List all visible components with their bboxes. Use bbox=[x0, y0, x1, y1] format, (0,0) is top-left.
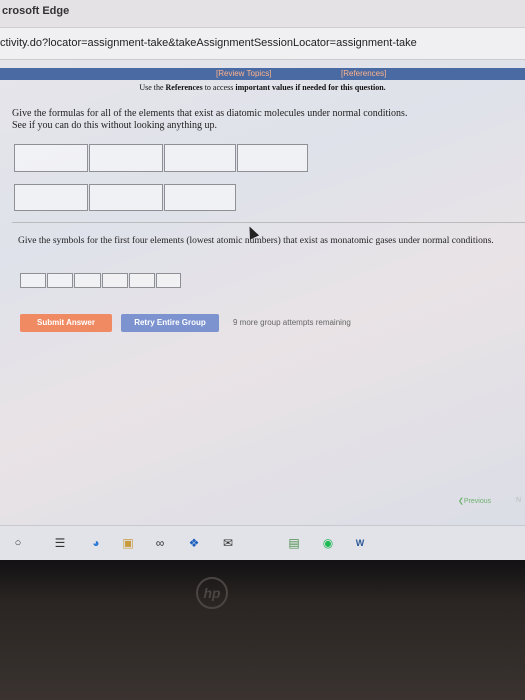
answer-input-2[interactable] bbox=[89, 144, 163, 172]
windows-taskbar: ○ ☰ ◕ ▣ ∞ ❖ ✉ ▤ ◉ W bbox=[0, 525, 525, 560]
symbol-input-1[interactable] bbox=[20, 273, 46, 288]
retry-entire-group-button[interactable]: Retry Entire Group bbox=[121, 314, 219, 332]
window-title: crosoft Edge bbox=[2, 5, 70, 17]
submit-answer-button[interactable]: Submit Answer bbox=[20, 314, 112, 332]
people-icon[interactable]: ∞ bbox=[152, 535, 168, 551]
review-topics-link[interactable]: [Review Topics] bbox=[216, 68, 271, 80]
laptop-bezel bbox=[0, 560, 525, 700]
references-link[interactable]: [References] bbox=[341, 68, 386, 80]
answer-input-1[interactable] bbox=[14, 144, 88, 172]
attempts-remaining: 9 more group attempts remaining bbox=[233, 318, 351, 327]
symbol-input-5[interactable] bbox=[129, 273, 155, 288]
reference-strip: [Review Topics] [References] bbox=[0, 68, 525, 80]
previous-link[interactable]: ❮Previous bbox=[458, 497, 491, 505]
next-link[interactable]: N bbox=[516, 497, 521, 504]
address-bar[interactable]: ctivity.do?locator=assignment-take&takeA… bbox=[0, 28, 525, 60]
title-bar: crosoft Edge bbox=[0, 0, 525, 28]
answer-input-6[interactable] bbox=[89, 184, 163, 211]
notes-icon[interactable]: ▤ bbox=[286, 535, 302, 551]
task-view-icon[interactable]: ☰ bbox=[52, 535, 68, 551]
symbol-input-3[interactable] bbox=[74, 273, 101, 288]
store-icon[interactable]: ▣ bbox=[120, 535, 136, 551]
screen: crosoft Edge ctivity.do?locator=assignme… bbox=[0, 0, 525, 560]
spotify-icon[interactable]: ◉ bbox=[320, 535, 336, 551]
answer-input-3[interactable] bbox=[164, 144, 236, 172]
assignment-content: [Review Topics] [References] Use the Ref… bbox=[0, 60, 525, 530]
answer-input-5[interactable] bbox=[14, 184, 88, 211]
question-1: Give the formulas for all of the element… bbox=[12, 108, 482, 132]
question-2-text: Give the symbols for the first four elem… bbox=[18, 236, 494, 246]
word-icon[interactable]: W bbox=[352, 535, 368, 551]
circle-search-icon[interactable]: ○ bbox=[10, 535, 26, 551]
edge-icon[interactable]: ◕ bbox=[88, 535, 104, 551]
mail-icon[interactable]: ✉ bbox=[220, 535, 236, 551]
question-1-text: Give the formulas for all of the element… bbox=[12, 108, 408, 119]
instruction-text: Use the References to access important v… bbox=[139, 83, 386, 92]
section-divider bbox=[12, 222, 525, 223]
symbol-input-2[interactable] bbox=[47, 273, 73, 288]
symbol-input-6[interactable] bbox=[156, 273, 181, 288]
symbol-input-4[interactable] bbox=[102, 273, 128, 288]
hp-logo: hp bbox=[196, 577, 228, 609]
answer-input-7[interactable] bbox=[164, 184, 236, 211]
address-url[interactable]: ctivity.do?locator=assignment-take&takeA… bbox=[0, 37, 417, 49]
dropbox-icon[interactable]: ❖ bbox=[186, 535, 202, 551]
question-1-subtext: See if you can do this without looking a… bbox=[12, 120, 217, 131]
answer-input-4[interactable] bbox=[237, 144, 308, 172]
